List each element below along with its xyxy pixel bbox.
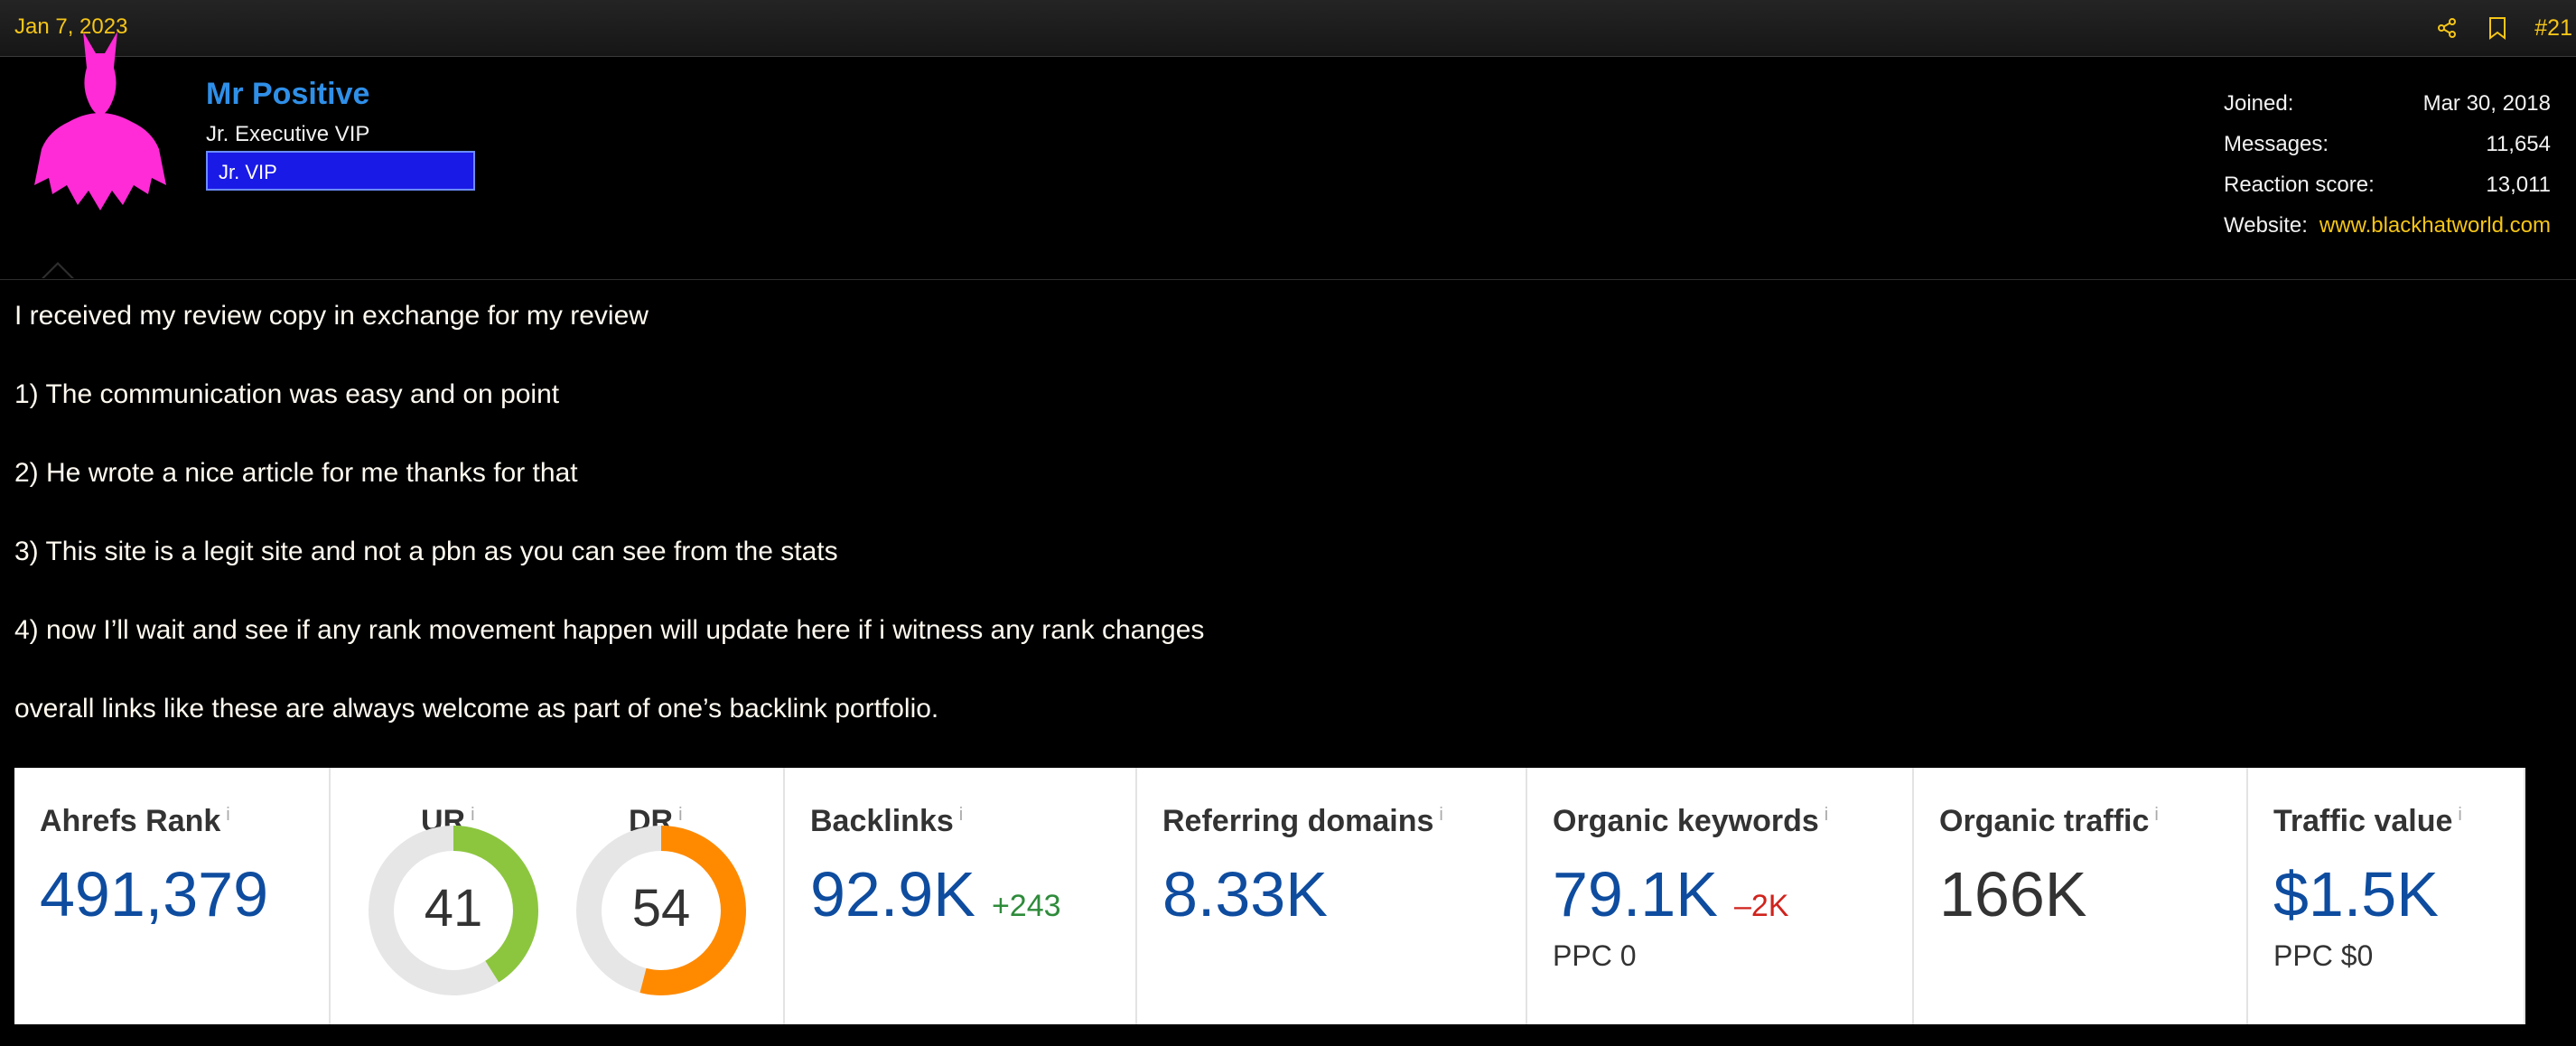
stat-label: Reaction score: [2224,172,2375,197]
backlinks-cell: Backlinks i 92.9K +243 [785,768,1137,1024]
user-stats: Joined: Mar 30, 2018 Messages: 11,654 Re… [2224,83,2551,246]
message-body: I received my review copy in exchange fo… [14,298,2543,770]
info-icon: i [226,805,230,825]
referring-domains-cell: Referring domains i 8.33K [1137,768,1527,1024]
message-paragraph: 4) now I’ll wait and see if any rank mov… [14,615,1205,645]
message-paragraph: overall links like these are always welc… [14,694,939,724]
metric-title: Ahrefs Rank i [40,804,230,838]
stat-value: Mar 30, 2018 [2422,90,2551,116]
organic-keywords-cell: Organic keywords i 79.1K –2K PPC 0 [1527,768,1914,1024]
user-title: Jr. Executive VIP [206,122,370,146]
message-paragraph: 3) This site is a legit site and not a p… [14,537,838,566]
post-actions: #21 [2433,0,2576,56]
stat-value[interactable]: 11,654 [2486,132,2551,157]
ur-dr-cell: UR i 41 DR i 54 [331,768,785,1024]
info-icon: i [958,805,964,825]
ahrefs-stats-screenshot[interactable]: Ahrefs Rank i 491,379 UR i 41 DR i 54 Backl… [14,768,2525,1024]
metric-delta: +243 [991,889,1061,923]
username-link[interactable]: Mr Positive [206,77,369,112]
metric-title: Referring domains i [1162,804,1443,838]
metric-value: 79.1K –2K [1553,859,1789,929]
stat-label: Website: [2224,212,2308,238]
metric-delta: –2K [1733,889,1789,923]
metric-value: 166K [1939,859,2087,929]
stat-messages: Messages: 11,654 [2224,124,2551,164]
share-icon[interactable] [2433,14,2460,42]
metric-value: 92.9K +243 [810,859,1061,929]
message-paragraph: 2) He wrote a nice article for me thanks… [14,458,578,488]
metric-value: 491,379 [40,859,269,929]
info-icon: i [2154,805,2159,825]
post-header-bar: Jan 7, 2023 #21 [0,0,2576,57]
ahrefs-rank-cell: Ahrefs Rank i 491,379 [14,768,331,1024]
batman-icon [34,32,166,210]
info-icon: i [2458,805,2462,825]
message-paragraph: I received my review copy in exchange fo… [14,301,649,331]
metric-value: 8.33K [1162,859,1328,929]
metric-title: Backlinks i [810,804,964,838]
stat-value: 13,011 [2486,172,2551,197]
info-icon: i [1439,805,1443,825]
avatar[interactable] [33,32,168,235]
bookmark-icon[interactable] [2484,14,2511,42]
stat-label: Messages: [2224,131,2329,156]
traffic-value-cell: Traffic value i $1.5K PPC $0 [2248,768,2525,1024]
ur-value: 41 [424,879,483,938]
message-paragraph: 1) The communication was easy and on poi… [14,379,560,409]
metric-value: $1.5K [2273,859,2439,929]
website-link[interactable]: www.blackhatworld.com [2319,213,2551,238]
stat-joined: Joined: Mar 30, 2018 [2224,83,2551,124]
stat-website: Website: www.blackhatworld.com [2224,205,2551,246]
metric-title: Organic keywords i [1553,804,1829,838]
stat-reaction-score: Reaction score: 13,011 [2224,164,2551,205]
info-icon: i [1824,805,1829,825]
dr-value: 54 [631,879,691,938]
user-banner: Jr. VIP [206,151,475,191]
post-number-link[interactable]: #21 [2534,15,2572,42]
metric-sub: PPC $0 [2273,939,2374,972]
metric-title: Organic traffic i [1939,804,2159,838]
organic-traffic-cell: Organic traffic i 166K [1914,768,2248,1024]
stat-label: Joined: [2224,90,2294,116]
metric-sub: PPC 0 [1553,939,1637,972]
metric-title: Traffic value i [2273,804,2462,838]
